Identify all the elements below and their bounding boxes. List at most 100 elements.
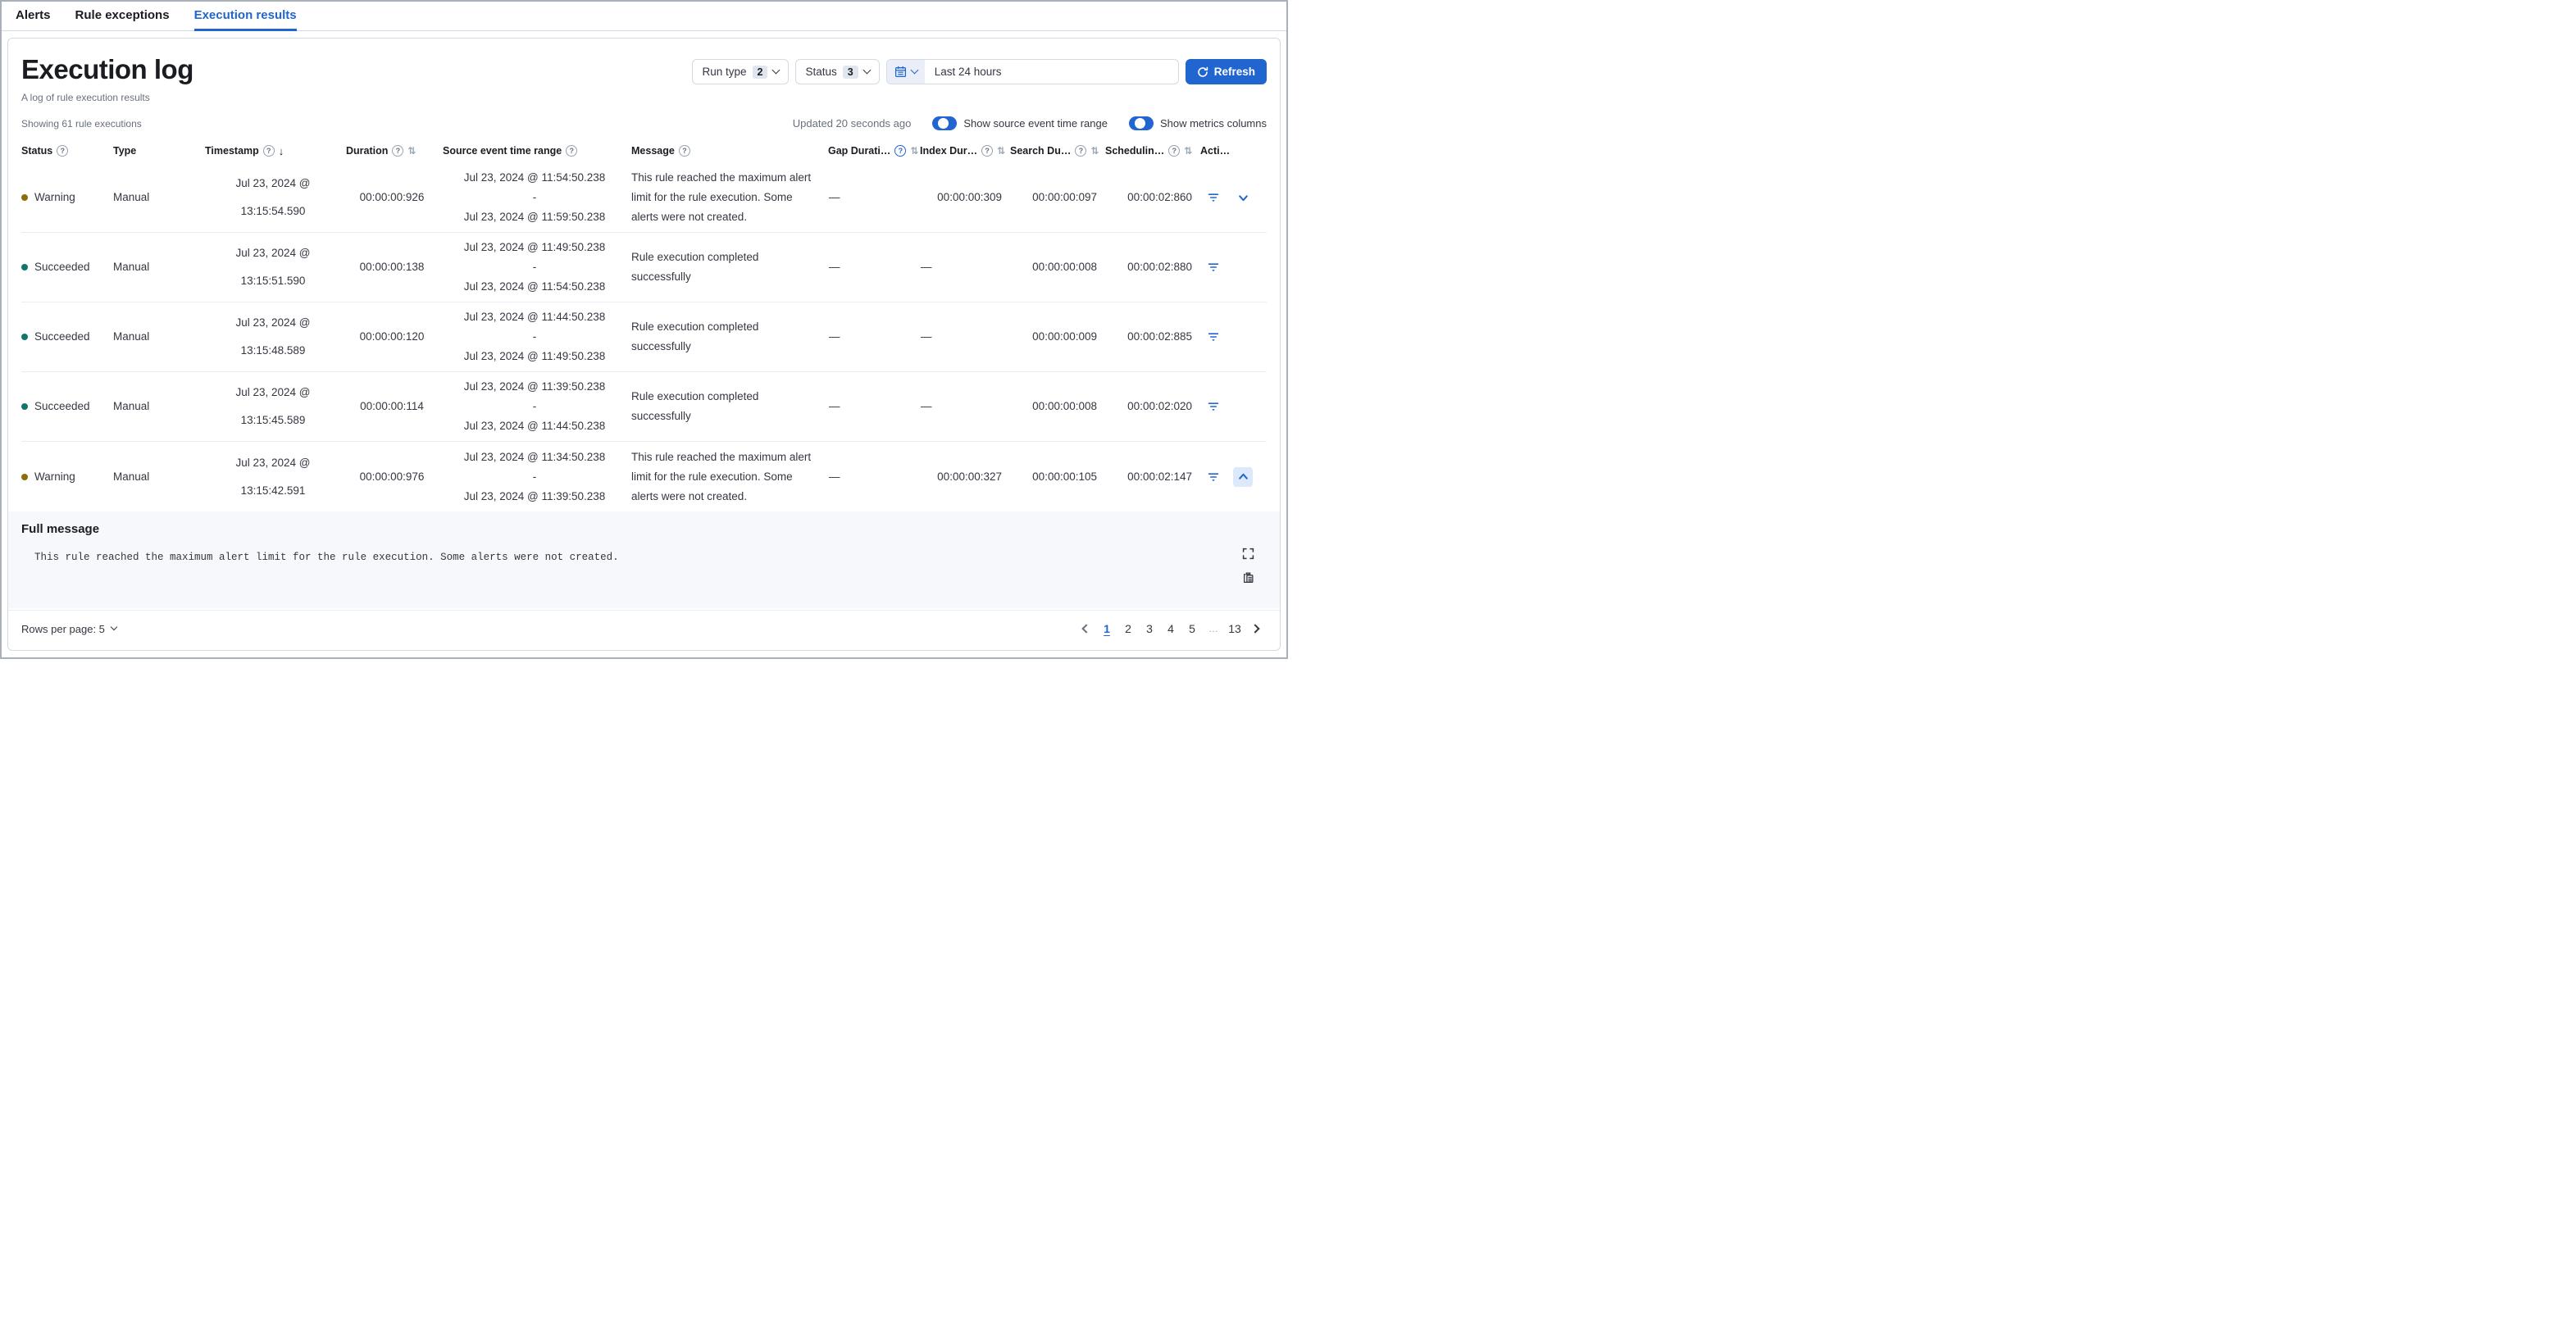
col-header-message: Message? <box>631 145 828 157</box>
filter-icon[interactable] <box>1204 397 1223 416</box>
pagination-page-2[interactable]: 2 <box>1119 619 1137 639</box>
status-dot-icon <box>21 264 28 271</box>
index-duration-cell: — <box>921 330 932 343</box>
timestamp-cell: Jul 23, 2024 @13:15:45.589 <box>235 386 311 427</box>
message-cell: Rule execution completed successfully <box>631 320 759 353</box>
tab-execution-results[interactable]: Execution results <box>193 2 297 31</box>
col-header-timestamp[interactable]: Timestamp? ↓ <box>205 145 346 157</box>
pagination-ellipsis: … <box>1208 623 1218 634</box>
table-meta-row: Showing 61 rule executions Updated 20 se… <box>8 108 1280 132</box>
full-message-text: This rule reached the maximum alert limi… <box>34 552 619 564</box>
help-icon: ? <box>894 145 907 157</box>
sortable-icon: ⇅ <box>407 145 416 157</box>
message-cell: This rule reached the maximum alert limi… <box>631 450 812 502</box>
previous-page-icon[interactable] <box>1075 619 1095 639</box>
status-dot-icon <box>21 473 28 480</box>
toggle-show-metrics-columns[interactable]: Show metrics columns <box>1128 116 1267 131</box>
table-row: Succeeded Manual Jul 23, 2024 @13:15:48.58… <box>21 302 1267 373</box>
status-cell: Succeeded <box>21 397 113 416</box>
full-message-title: Full message <box>21 522 100 537</box>
col-header-search-duration[interactable]: Search Du…? ⇅ <box>1010 145 1105 157</box>
help-icon: ? <box>262 145 275 157</box>
rows-per-page-button[interactable]: Rows per page: 5 <box>21 623 118 635</box>
execution-log-panel: Execution log A log of rule execution re… <box>7 38 1281 651</box>
toggle-source-event-time-range[interactable]: Show source event time range <box>932 116 1108 131</box>
search-duration-cell: 00:00:00:009 <box>1032 330 1097 343</box>
pagination-pages: 1 2 3 4 5 … 13 <box>1098 619 1244 639</box>
help-icon: ? <box>392 145 404 157</box>
col-header-type: Type <box>113 145 137 157</box>
col-header-index-duration[interactable]: Index Dur…? ⇅ <box>920 145 1010 157</box>
table-footer: Rows per page: 5 1 2 3 4 5 … 13 <box>8 610 1280 650</box>
status-cell: Warning <box>21 188 113 207</box>
col-header-duration[interactable]: Duration? ⇅ <box>346 145 443 157</box>
expand-row-chevron-down-icon[interactable] <box>1233 188 1253 207</box>
updated-timestamp: Updated 20 seconds ago <box>792 117 912 130</box>
table-row: Warning Manual Jul 23, 2024 @13:15:54.590 0… <box>21 163 1267 234</box>
col-header-actions: Acti… <box>1200 145 1231 157</box>
chevron-down-icon <box>772 66 781 75</box>
col-header-scheduling-delay[interactable]: Schedulin…? ⇅ <box>1105 145 1200 157</box>
help-icon: ? <box>566 145 578 157</box>
table-row: Warning Manual Jul 23, 2024 @13:15:42.591 0… <box>21 442 1267 511</box>
top-tab-bar: Alerts Rule exceptions Execution results <box>2 2 1286 31</box>
actions-cell <box>1200 188 1267 207</box>
scheduling-duration-cell: 00:00:02:020 <box>1127 400 1192 413</box>
duration-cell: 00:00:00:976 <box>359 470 425 483</box>
gap-duration-cell: — <box>829 261 840 274</box>
tab-alerts[interactable]: Alerts <box>16 2 51 31</box>
chevron-down-icon <box>910 66 919 75</box>
actions-cell <box>1200 397 1267 416</box>
pagination-page-4[interactable]: 4 <box>1162 619 1180 639</box>
type-cell: Manual <box>113 400 150 413</box>
index-duration-cell: 00:00:00:309 <box>937 191 1002 204</box>
pagination-page-13[interactable]: 13 <box>1226 619 1244 639</box>
col-header-source-event-time-range[interactable]: Source event time range? <box>443 145 631 157</box>
help-icon: ? <box>1168 145 1181 157</box>
filter-icon[interactable] <box>1204 467 1223 487</box>
table-row: Succeeded Manual Jul 23, 2024 @13:15:51.59… <box>21 233 1267 303</box>
calendar-icon <box>894 66 906 78</box>
duration-cell: 00:00:00:120 <box>359 330 425 343</box>
date-range-picker: Last 24 hours <box>885 59 1179 84</box>
pagination-page-1[interactable]: 1 <box>1098 619 1116 639</box>
index-duration-cell: — <box>921 400 932 413</box>
gap-duration-cell: — <box>829 191 840 204</box>
pagination-page-5[interactable]: 5 <box>1183 619 1201 639</box>
actions-cell <box>1200 327 1267 347</box>
copy-to-clipboard-icon[interactable] <box>1239 568 1257 586</box>
tab-rule-exceptions[interactable]: Rule exceptions <box>75 2 170 31</box>
scheduling-duration-cell: 00:00:02:880 <box>1127 261 1192 274</box>
refresh-icon <box>1197 66 1208 77</box>
status-cell: Warning <box>21 467 113 487</box>
filter-icon[interactable] <box>1204 188 1223 207</box>
run-type-filter-button[interactable]: Run type 2 <box>692 59 790 84</box>
sortable-icon: ⇅ <box>910 145 919 157</box>
expand-fullscreen-icon[interactable] <box>1239 544 1257 562</box>
refresh-button[interactable]: Refresh <box>1185 59 1267 84</box>
duration-cell: 00:00:00:114 <box>360 400 424 413</box>
date-range-input[interactable]: Last 24 hours <box>925 60 1178 84</box>
status-filter-button[interactable]: Status 3 <box>795 59 880 84</box>
toggle-label: Show metrics columns <box>1159 117 1267 130</box>
col-header-status[interactable]: Status? <box>21 145 113 157</box>
date-quick-select-button[interactable] <box>886 60 925 84</box>
filter-icon[interactable] <box>1204 327 1223 347</box>
execution-table: Status? Type Timestamp? ↓ Duration? ⇅ Sour… <box>8 132 1280 610</box>
toggle-on-icon <box>1128 116 1154 131</box>
pagination-page-3[interactable]: 3 <box>1140 619 1158 639</box>
page-subtitle: A log of rule execution results <box>21 92 150 104</box>
status-dot-icon <box>21 403 28 411</box>
refresh-label: Refresh <box>1213 66 1255 78</box>
chevron-down-icon <box>862 66 872 75</box>
col-header-gap-duration[interactable]: Gap Durati…? ⇅ <box>828 145 920 157</box>
duration-cell: 00:00:00:926 <box>359 191 425 204</box>
filter-icon[interactable] <box>1204 257 1223 277</box>
timestamp-cell: Jul 23, 2024 @13:15:51.590 <box>235 247 311 288</box>
collapse-row-chevron-up-icon[interactable] <box>1233 466 1253 487</box>
actions-cell <box>1200 466 1267 487</box>
status-label: Status <box>805 66 837 78</box>
scheduling-duration-cell: 00:00:02:885 <box>1127 330 1192 343</box>
next-page-icon[interactable] <box>1247 619 1267 639</box>
actions-cell <box>1200 257 1267 277</box>
